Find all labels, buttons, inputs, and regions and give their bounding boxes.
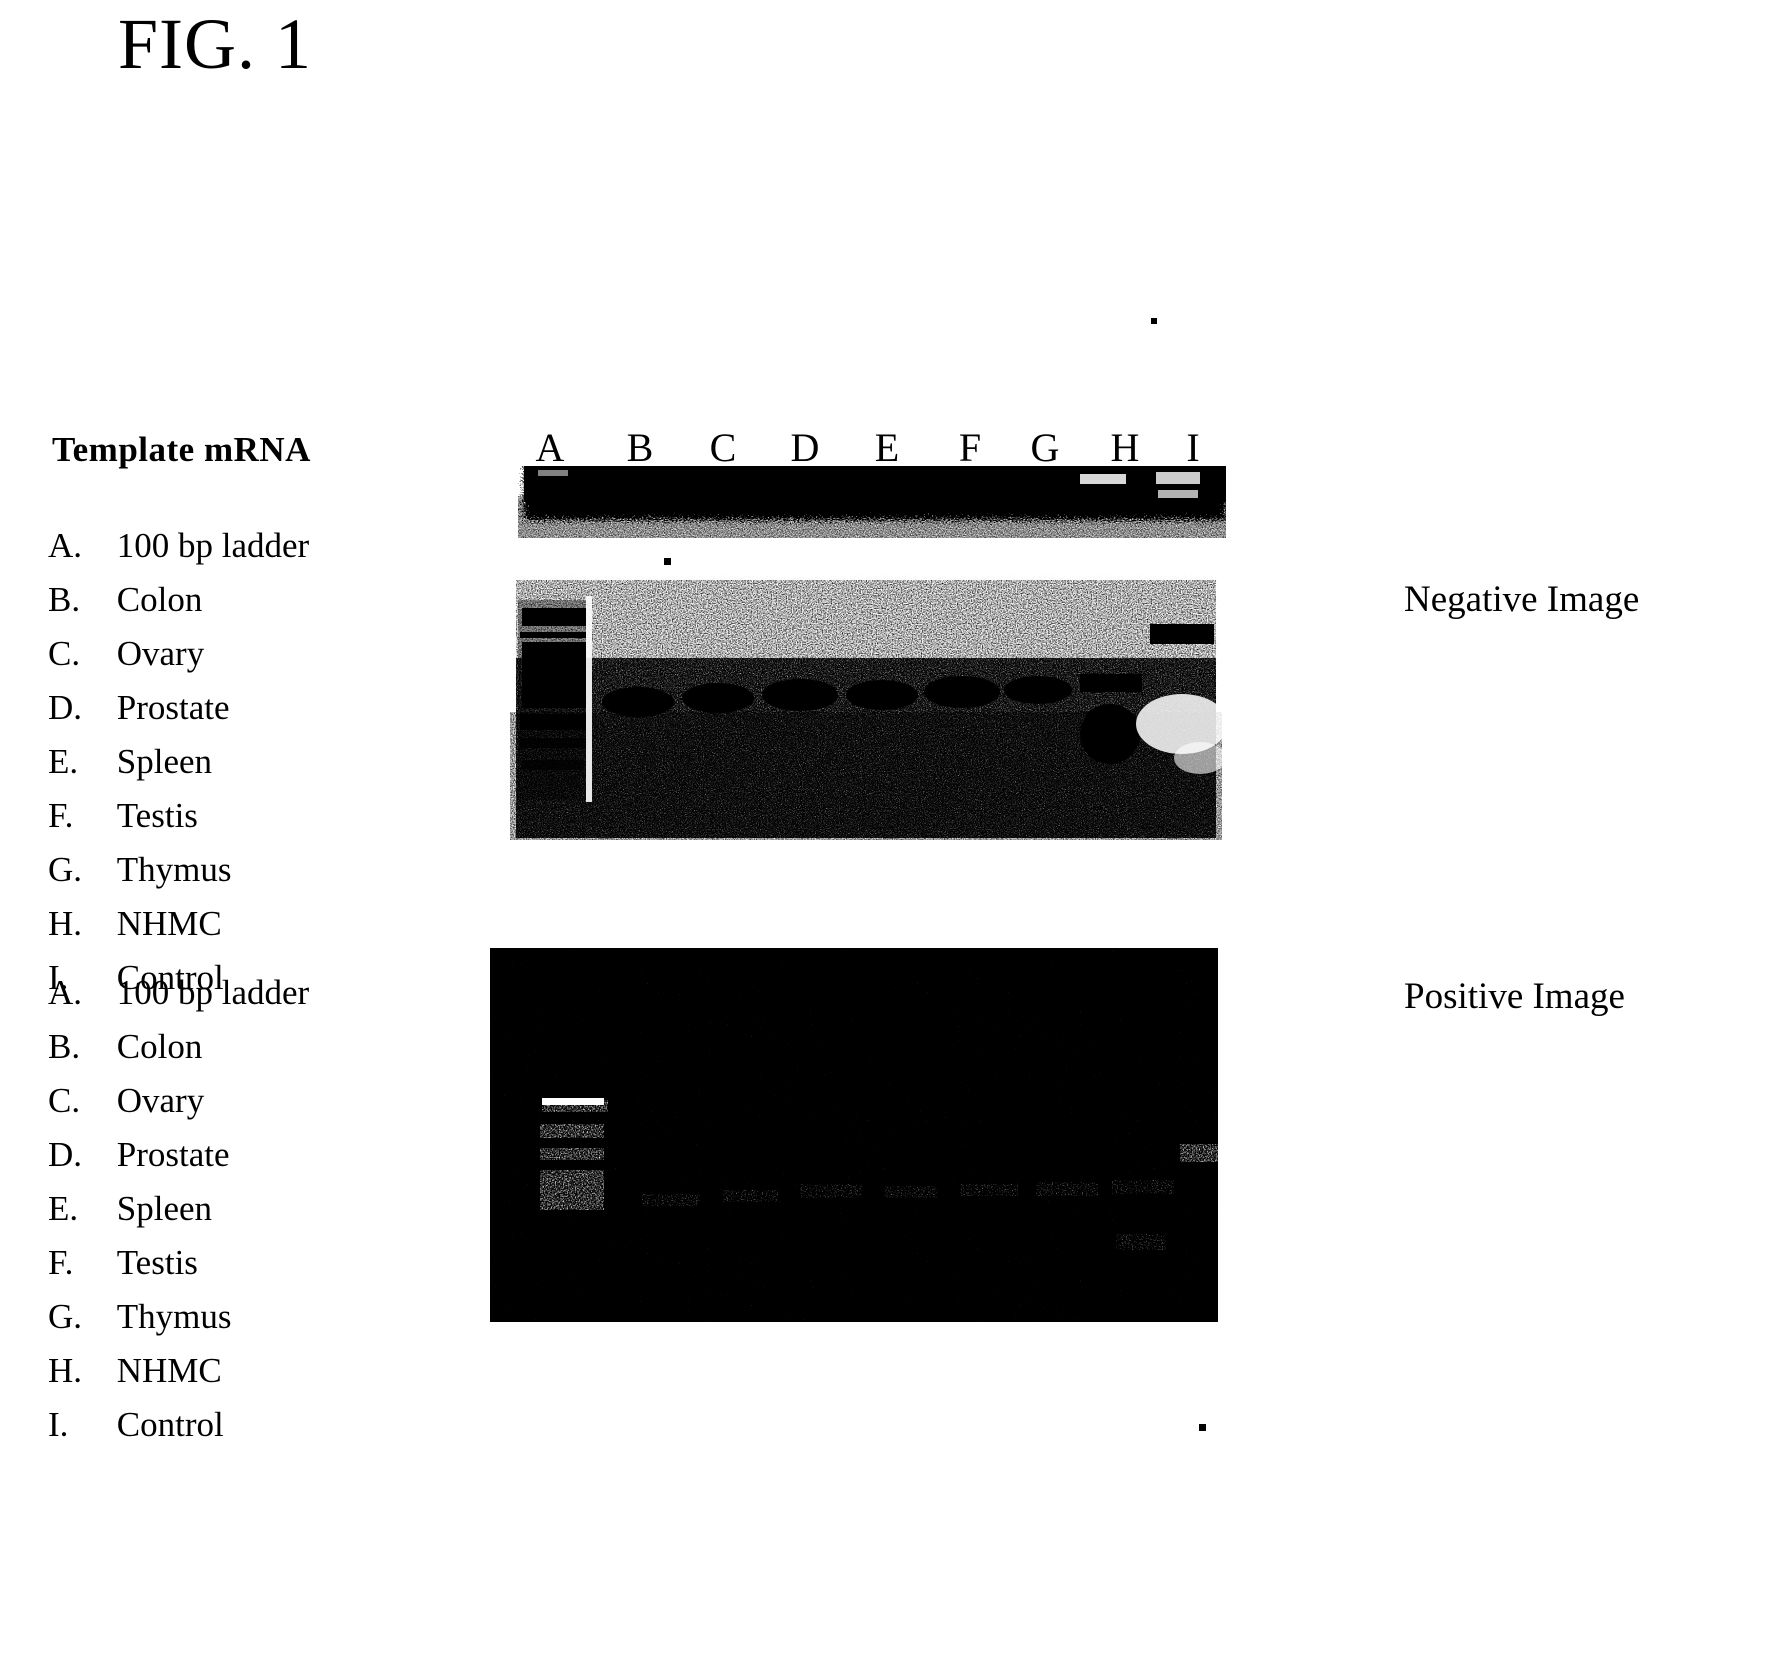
legend-key: F.: [48, 1243, 74, 1282]
lane-letter-i: I: [1186, 425, 1200, 470]
list-item: A. 100 bp ladder: [48, 966, 468, 1020]
legend-key: B.: [48, 580, 81, 619]
legend-label: Testis: [116, 1243, 198, 1282]
legend-key: H.: [48, 1351, 83, 1390]
legend-key: F.: [48, 796, 74, 835]
legend-key: G.: [48, 1297, 83, 1336]
gel-image-negative-top-strip: [508, 466, 1226, 548]
scan-artifact-speck: [1151, 318, 1157, 324]
legend-label: Thymus: [116, 850, 232, 889]
list-item: G. Thymus: [48, 843, 468, 897]
gel-image-positive: [490, 948, 1218, 1322]
gel-negative-svg: [510, 562, 1222, 840]
lane-letter-h: H: [1110, 425, 1140, 470]
figure-title: FIG. 1: [118, 4, 313, 84]
list-item: B. Colon: [48, 573, 468, 627]
lane-letter-a: A: [535, 425, 565, 470]
legend-label: Colon: [116, 580, 203, 619]
scan-artifact-speck: [1199, 1424, 1206, 1431]
list-item: C. Ovary: [48, 627, 468, 681]
legend-label: Colon: [116, 1027, 203, 1066]
legend-label: Control: [116, 1405, 224, 1444]
scan-artifact-speck: [527, 480, 532, 492]
legend-key: B.: [48, 1027, 81, 1066]
lane-letter-g: G: [1030, 425, 1060, 470]
legend-key: I.: [48, 1405, 69, 1444]
legend-key: E.: [48, 742, 79, 781]
legend-key: D.: [48, 1135, 83, 1174]
legend-key: A.: [48, 973, 83, 1012]
gel-positive-svg: [490, 948, 1218, 1322]
gel-negative-strip-svg: [508, 466, 1226, 548]
list-item: B. Colon: [48, 1020, 468, 1074]
list-item: D. Prostate: [48, 681, 468, 735]
lane-letter-e: E: [874, 425, 900, 470]
legend-label: 100 bp ladder: [116, 973, 310, 1012]
lane-letter-f: F: [958, 425, 982, 470]
list-item: F. Testis: [48, 789, 468, 843]
legend-key: A.: [48, 526, 83, 565]
legend-label: NHMC: [116, 1351, 222, 1390]
legend-key: C.: [48, 634, 81, 673]
list-item: H. NHMC: [48, 897, 468, 951]
list-item: D. Prostate: [48, 1128, 468, 1182]
legend-label: Ovary: [116, 1081, 205, 1120]
list-item: C. Ovary: [48, 1074, 468, 1128]
lane-letter-d: D: [790, 425, 820, 470]
legend-label: Prostate: [116, 688, 230, 727]
legend-label: Testis: [116, 796, 198, 835]
lane-letter-c: C: [709, 425, 737, 470]
list-item: A. 100 bp ladder: [48, 519, 468, 573]
legend-label: Prostate: [116, 1135, 230, 1174]
legend-label: Thymus: [116, 1297, 232, 1336]
list-item: H. NHMC: [48, 1344, 468, 1398]
legend-key: G.: [48, 850, 83, 889]
legend-label: Spleen: [116, 1189, 213, 1228]
legend-key: C.: [48, 1081, 81, 1120]
legend-label: NHMC: [116, 904, 222, 943]
legend-key: E.: [48, 1189, 79, 1228]
caption-positive-image: Positive Image: [1404, 976, 1625, 1017]
list-item: I. Control: [48, 1398, 468, 1452]
legend-list-positive: A. 100 bp ladder B. Colon C. Ovary D. Pr…: [48, 966, 468, 1452]
legend-list-negative: A. 100 bp ladder B. Colon C. Ovary D. Pr…: [48, 519, 468, 1005]
list-item: F. Testis: [48, 1236, 468, 1290]
list-item: G. Thymus: [48, 1290, 468, 1344]
lane-letter-b: B: [626, 425, 654, 470]
gel-image-negative: [510, 562, 1222, 840]
list-item: E. Spleen: [48, 735, 468, 789]
legend-key: H.: [48, 904, 83, 943]
scan-artifact-speck: [664, 558, 671, 565]
legend-label: Spleen: [116, 742, 213, 781]
caption-negative-image: Negative Image: [1404, 579, 1640, 620]
list-item: E. Spleen: [48, 1182, 468, 1236]
legend-label: Ovary: [116, 634, 205, 673]
template-mrna-heading: Template mRNA: [52, 430, 311, 469]
legend-key: D.: [48, 688, 83, 727]
legend-label: 100 bp ladder: [116, 526, 310, 565]
